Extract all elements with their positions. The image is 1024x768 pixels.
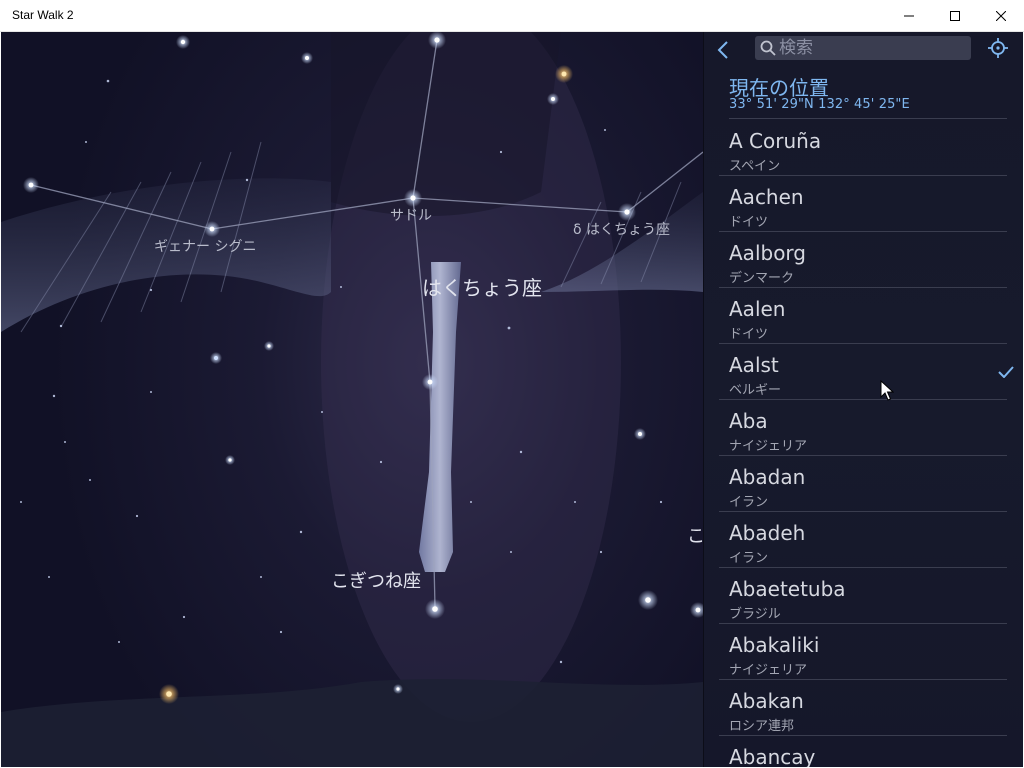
location-country: ナイジェリア <box>729 439 808 454</box>
location-country: ロシア連邦 <box>729 719 795 734</box>
location-country: イラン <box>729 551 769 566</box>
location-name: Abadan <box>729 465 806 489</box>
location-country: ドイツ <box>729 215 769 230</box>
location-item[interactable]: Aalst ベルギー <box>719 344 1014 400</box>
location-country: ベルギー <box>729 383 782 398</box>
location-country: スペイン <box>729 159 781 174</box>
location-item[interactable]: Abaetetuba ブラジル <box>719 568 1007 624</box>
locate-button[interactable] <box>987 37 1009 59</box>
sky-map[interactable]: ギェナー シグニ サドル δ はくちょう座 はくちょう座 こぎつね座 こ <box>1 32 703 767</box>
location-item[interactable]: Abancay <box>719 736 1007 767</box>
location-list: A Coruña スペイン Aachen ドイツ Aalborg デンマーク Aalen ドイ… <box>719 120 1014 767</box>
constellation-label-cygnus[interactable]: はくちょう座 <box>422 272 542 301</box>
location-name: Abakan <box>729 689 804 713</box>
constellation-label-partial[interactable]: こ <box>687 522 703 548</box>
location-name: Abaetetuba <box>729 577 846 601</box>
location-item[interactable]: A Coruña スペイン <box>719 120 1007 176</box>
search-input[interactable] <box>779 38 965 58</box>
search-box[interactable] <box>755 36 971 60</box>
search-icon <box>760 40 776 56</box>
location-name: Aba <box>729 409 768 433</box>
constellation-label-vulpecula[interactable]: こぎつね座 <box>331 567 421 593</box>
location-item[interactable]: Abadan イラン <box>719 456 1007 512</box>
close-icon <box>996 10 1006 21</box>
current-location-coords: 33° 51' 29"N 132° 45' 25"E <box>729 97 910 112</box>
location-name: Aalst <box>729 353 779 377</box>
close-button[interactable] <box>978 0 1024 31</box>
sky-map-canvas <box>1 32 703 767</box>
location-country: ナイジェリア <box>729 663 808 678</box>
window-titlebar: Star Walk 2 <box>0 0 1024 32</box>
location-item[interactable]: Aba ナイジェリア <box>719 400 1007 456</box>
location-item[interactable]: Abadeh イラン <box>719 512 1007 568</box>
location-item[interactable]: Abakan ロシア連邦 <box>719 680 1007 736</box>
location-name: Abakaliki <box>729 633 820 657</box>
location-country: ブラジル <box>729 607 781 622</box>
maximize-button[interactable] <box>932 0 978 31</box>
location-name: A Coruña <box>729 129 822 153</box>
mouse-cursor-icon <box>880 380 894 401</box>
location-name: Aachen <box>729 185 804 209</box>
location-item[interactable]: Aachen ドイツ <box>719 176 1007 232</box>
location-country: デンマーク <box>729 271 795 286</box>
location-panel: 現在の位置 33° 51' 29"N 132° 45' 25"E A Coruñ… <box>703 32 1023 767</box>
location-name: Aalen <box>729 297 786 321</box>
star-label-gienah[interactable]: ギェナー シグニ <box>154 236 256 256</box>
current-location-item[interactable]: 現在の位置 33° 51' 29"N 132° 45' 25"E <box>729 72 1007 119</box>
location-name: Aalborg <box>729 241 806 265</box>
crosshair-icon <box>988 38 1008 58</box>
location-name: Abadeh <box>729 521 806 545</box>
location-item[interactable]: Abakaliki ナイジェリア <box>719 624 1007 680</box>
location-country: ドイツ <box>729 327 769 342</box>
chevron-left-icon <box>717 41 728 59</box>
location-country: イラン <box>729 495 769 510</box>
maximize-icon <box>950 10 960 21</box>
back-button[interactable] <box>711 38 735 62</box>
star-label-sadr[interactable]: サドル <box>390 205 432 225</box>
window-title: Star Walk 2 <box>12 8 74 22</box>
minimize-icon <box>904 15 914 16</box>
check-icon <box>998 366 1014 378</box>
star-label-delta-cygni[interactable]: δ はくちょう座 <box>573 219 670 239</box>
location-name: Abancay <box>729 745 816 767</box>
location-item[interactable]: Aalborg デンマーク <box>719 232 1007 288</box>
minimize-button[interactable] <box>886 0 932 31</box>
location-item[interactable]: Aalen ドイツ <box>719 288 1007 344</box>
